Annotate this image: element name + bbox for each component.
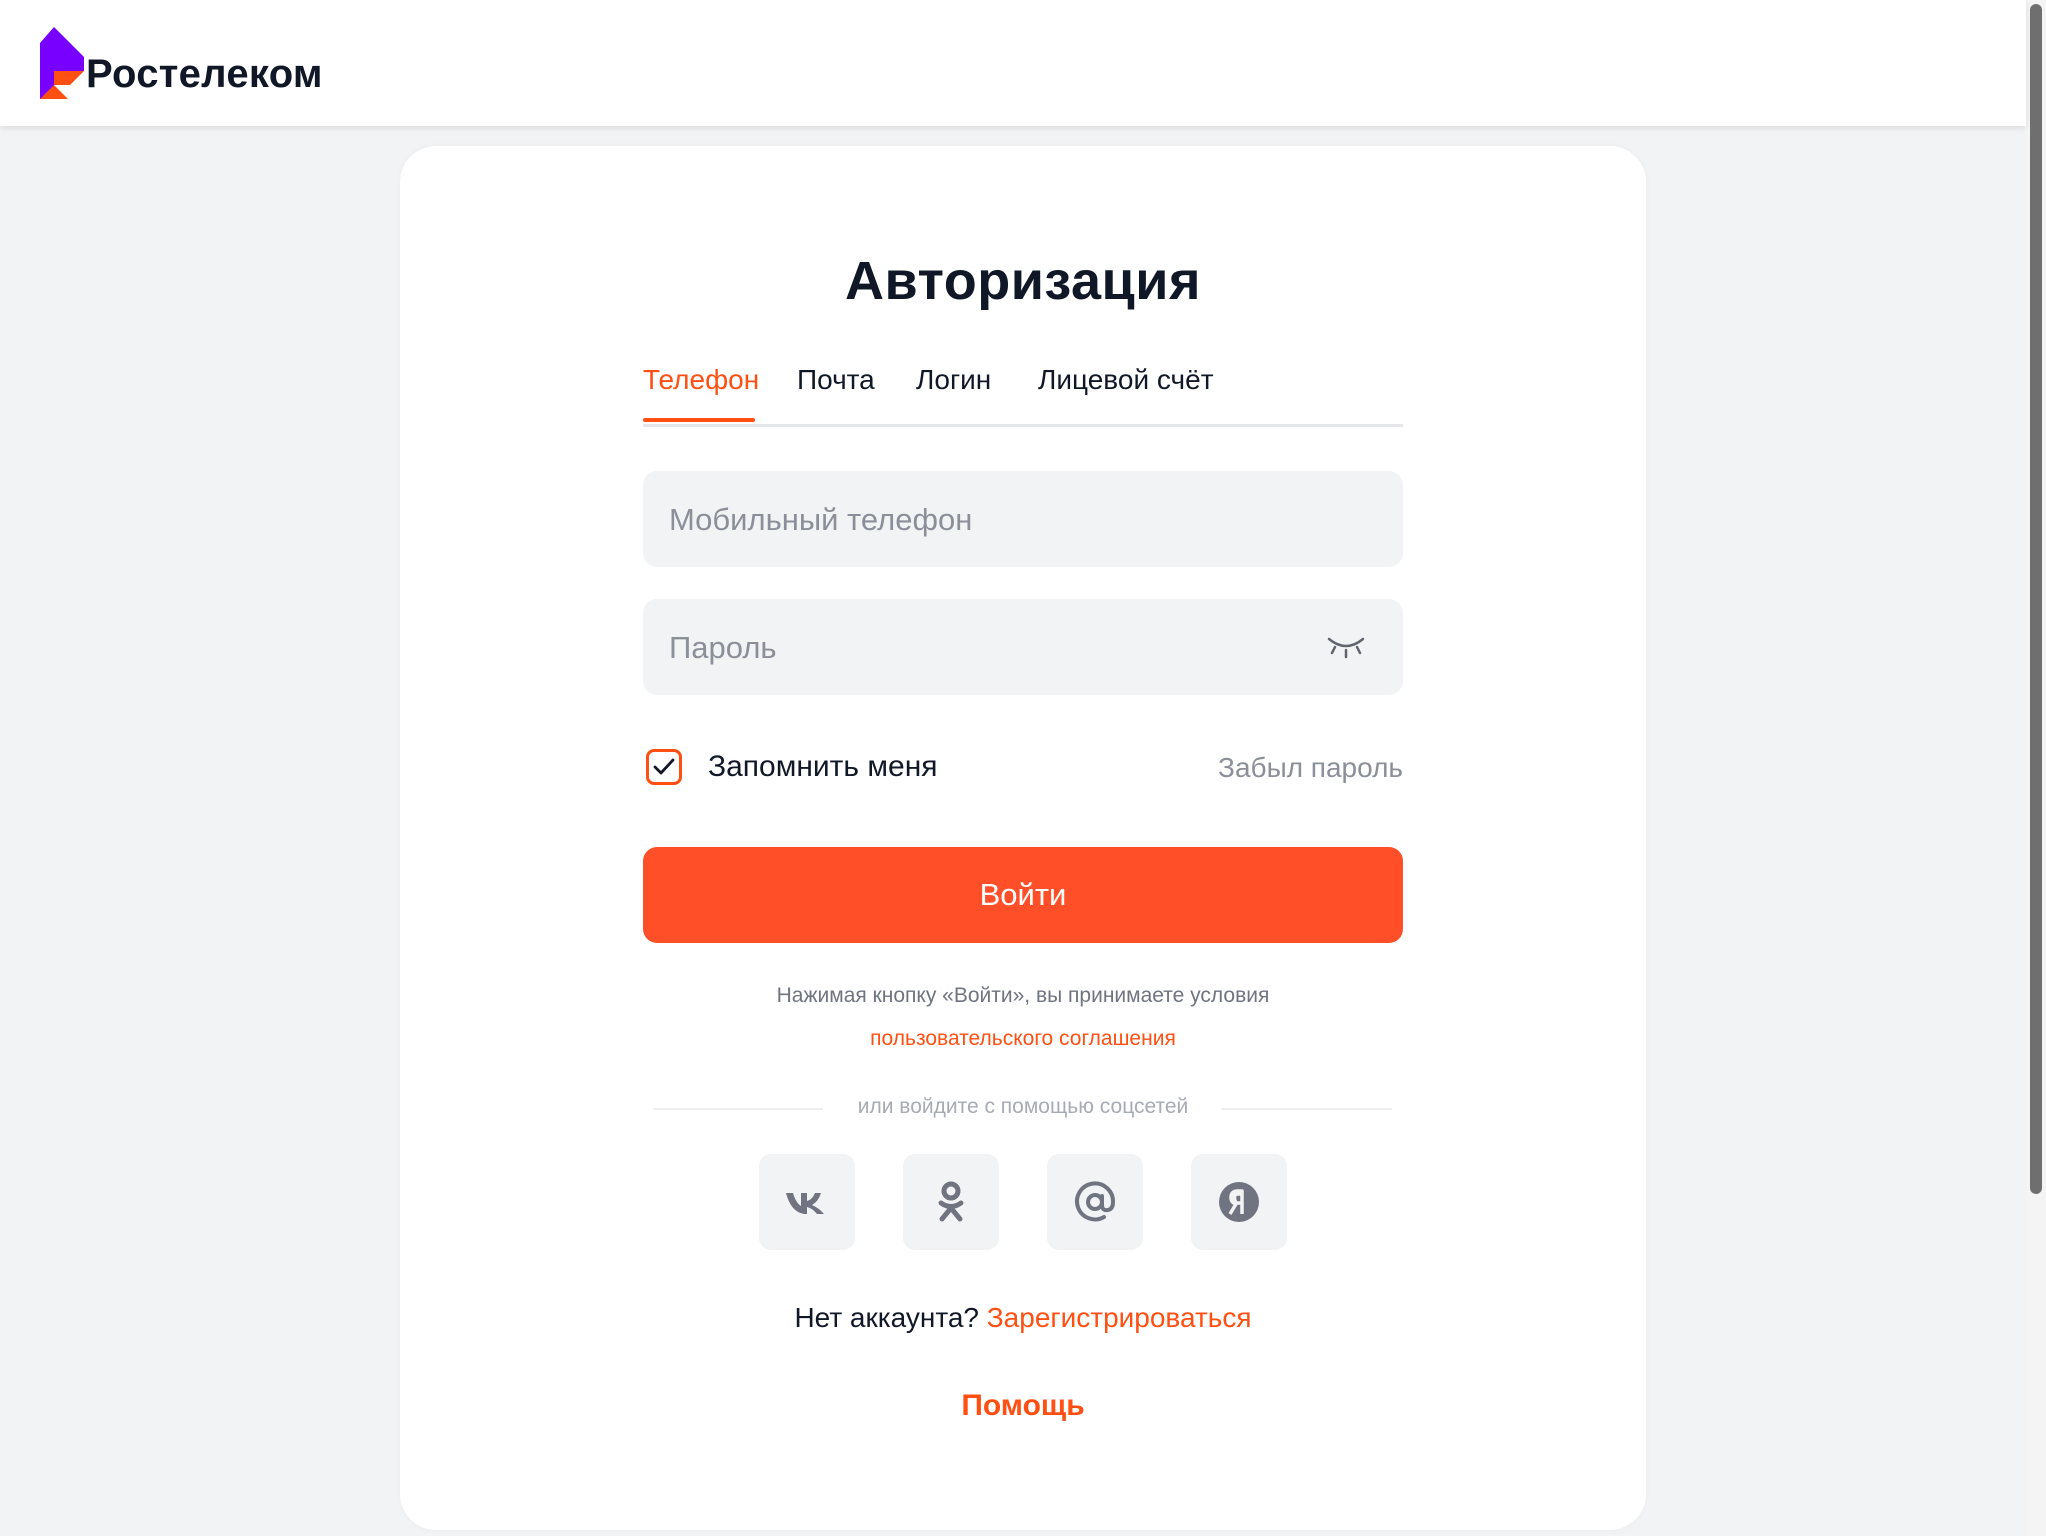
terms-link[interactable]: пользовательского соглашения (0, 1027, 2046, 1051)
vk-icon (786, 1193, 824, 1214)
remember-label[interactable]: Запомнить меня (708, 750, 938, 784)
odnoklassniki-icon (938, 1181, 964, 1222)
tab-account[interactable]: Лицевой счёт (1038, 364, 1214, 396)
checkmark-icon (653, 758, 675, 775)
social-button-odnoklassniki[interactable] (903, 1154, 999, 1250)
yandex-icon (1219, 1182, 1259, 1222)
auth-tabs: Телефон Почта Логин Лицевой счёт (643, 360, 1403, 427)
no-account-row: Нет аккаунта? Зарегистрироваться (0, 1302, 2046, 1334)
login-button[interactable]: Войти (643, 847, 1403, 943)
social-button-vk[interactable] (759, 1154, 855, 1250)
forgot-password-link[interactable]: Забыл пароль (1218, 752, 1403, 784)
social-button-mail[interactable] (1047, 1154, 1143, 1250)
tab-login[interactable]: Логин (916, 364, 991, 396)
eye-closed-icon[interactable] (1327, 633, 1365, 659)
site-header: Ростелеком (0, 0, 2026, 126)
brand-name[interactable]: Ростелеком (86, 52, 323, 97)
rostelecom-logo-icon[interactable] (40, 27, 84, 99)
phone-field (643, 471, 1403, 569)
password-input[interactable] (667, 599, 1321, 697)
mail-at-icon (1075, 1181, 1116, 1222)
help-link[interactable]: Помощь (0, 1389, 2046, 1423)
no-account-text: Нет аккаунта? (794, 1302, 979, 1333)
tab-email[interactable]: Почта (797, 364, 875, 396)
password-field (643, 599, 1403, 697)
social-divider-text: или войдите с помощью соцсетей (857, 1095, 1189, 1118)
active-tab-indicator (643, 418, 755, 422)
phone-input[interactable] (667, 471, 1321, 569)
social-button-yandex[interactable] (1191, 1154, 1287, 1250)
remember-checkbox[interactable] (646, 749, 682, 785)
register-link[interactable]: Зарегистрироваться (987, 1302, 1252, 1333)
tab-phone[interactable]: Телефон (643, 364, 759, 396)
page-title: Авторизация (845, 251, 1201, 311)
terms-text: Нажимая кнопку «Войти», вы принимаете ус… (776, 984, 1270, 1007)
scrollbar-thumb[interactable] (2030, 4, 2042, 1194)
